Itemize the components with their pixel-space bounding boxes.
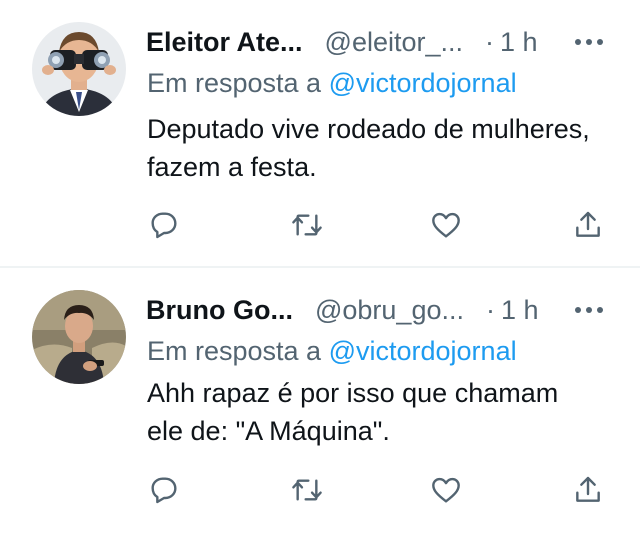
share-button[interactable] (568, 205, 608, 245)
tweet[interactable]: Eleitor Ate... @eleitor_... · 1 h Em res… (0, 0, 640, 266)
more-options-icon[interactable] (572, 298, 606, 322)
author-name[interactable]: Bruno Go... (146, 295, 293, 326)
tweet-text: Deputado vive rodeado de mulheres, fazem… (147, 110, 617, 186)
reply-mention-link[interactable]: @victordojornal (329, 68, 517, 98)
tweet-text: Ahh rapaz é por isso que chamam ele de: … (147, 374, 617, 450)
separator-dot: · (486, 294, 495, 325)
reply-prefix: Em resposta a (147, 336, 322, 366)
retweet-icon (292, 214, 322, 236)
share-icon (576, 211, 600, 237)
man-with-binoculars-avatar (32, 22, 126, 116)
retweet-icon (292, 479, 322, 501)
timestamp[interactable]: 1 h (500, 27, 538, 58)
avatar[interactable] (32, 290, 126, 384)
reply-button[interactable] (144, 205, 184, 245)
retweet-button[interactable] (287, 470, 327, 510)
like-button[interactable] (426, 470, 466, 510)
tweet-header: Eleitor Ate... @eleitor_... · 1 h (146, 22, 612, 62)
author-handle[interactable]: @eleitor_... (325, 27, 463, 58)
author-name[interactable]: Eleitor Ate... (146, 27, 303, 58)
tweet-text-line: Deputado vive rodeado de mulheres, (147, 114, 590, 144)
reply-context: Em resposta a @victordojornal (147, 68, 517, 99)
reply-mention-link[interactable]: @victordojornal (329, 336, 517, 366)
share-icon (576, 476, 600, 502)
tweet-text-line: ele de: "A Máquina". (147, 416, 390, 446)
reply-icon (151, 212, 177, 239)
man-on-sofa-avatar (32, 290, 126, 384)
tweet-text-line: fazem a festa. (147, 152, 317, 182)
avatar[interactable] (32, 22, 126, 116)
tweet-header: Bruno Go... @obru_go... · 1 h (146, 290, 612, 330)
author-handle[interactable]: @obru_go... (315, 295, 464, 326)
tweet[interactable]: Bruno Go... @obru_go... · 1 h Em respost… (0, 268, 640, 533)
more-options-icon[interactable] (572, 30, 606, 54)
reply-context: Em resposta a @victordojornal (147, 336, 517, 367)
like-button[interactable] (426, 205, 466, 245)
timestamp[interactable]: 1 h (501, 295, 539, 326)
retweet-button[interactable] (287, 205, 327, 245)
reply-prefix: Em resposta a (147, 68, 322, 98)
share-button[interactable] (568, 470, 608, 510)
reply-feed: Eleitor Ate... @eleitor_... · 1 h Em res… (0, 0, 640, 533)
tweet-actions (140, 470, 620, 510)
tweet-text-line: Ahh rapaz é por isso que chamam (147, 378, 559, 408)
tweet-actions (140, 205, 620, 245)
reply-icon (151, 477, 177, 504)
separator-dot: · (485, 26, 494, 57)
like-icon (432, 212, 460, 238)
reply-button[interactable] (144, 470, 184, 510)
like-icon (432, 477, 460, 503)
